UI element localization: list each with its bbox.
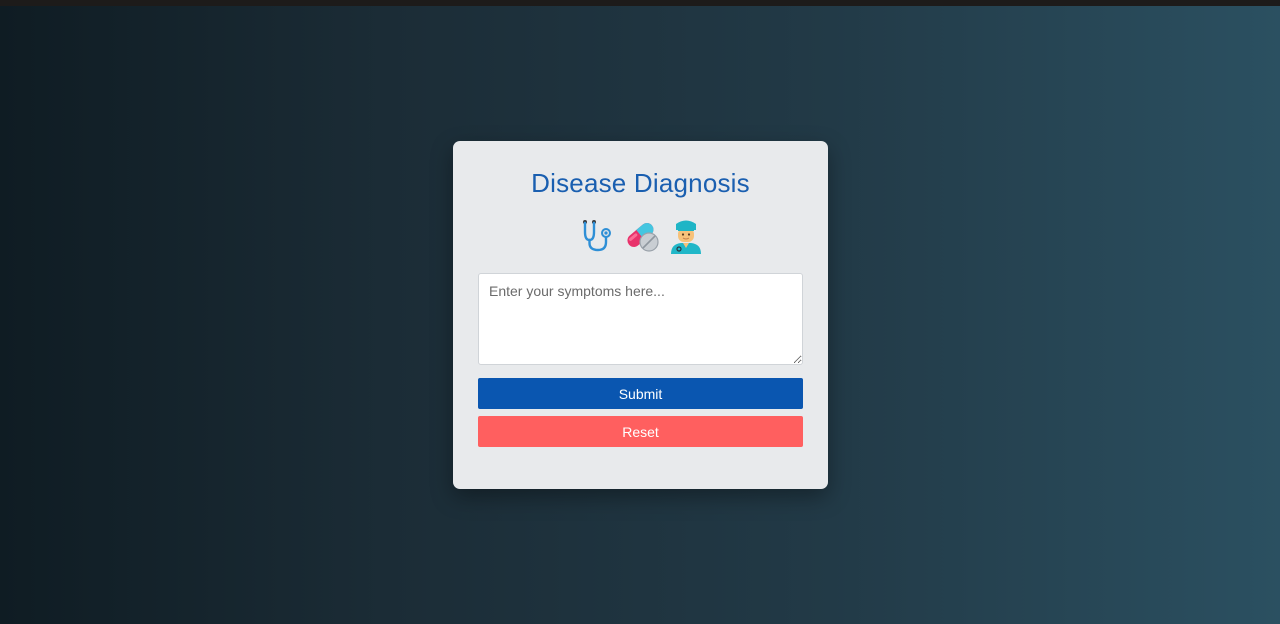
symptoms-input[interactable] [478, 273, 803, 365]
window-top-strip [0, 0, 1280, 6]
reset-button[interactable]: Reset [478, 416, 803, 447]
submit-button[interactable]: Submit [478, 378, 803, 409]
health-worker-icon [669, 218, 703, 254]
icon-row [453, 217, 828, 255]
page-title: Disease Diagnosis [531, 168, 750, 198]
pill-icon [623, 218, 661, 254]
stethoscope-icon [579, 218, 615, 254]
diagnosis-card: Disease Diagnosis Enter your symptoms he… [453, 141, 828, 489]
